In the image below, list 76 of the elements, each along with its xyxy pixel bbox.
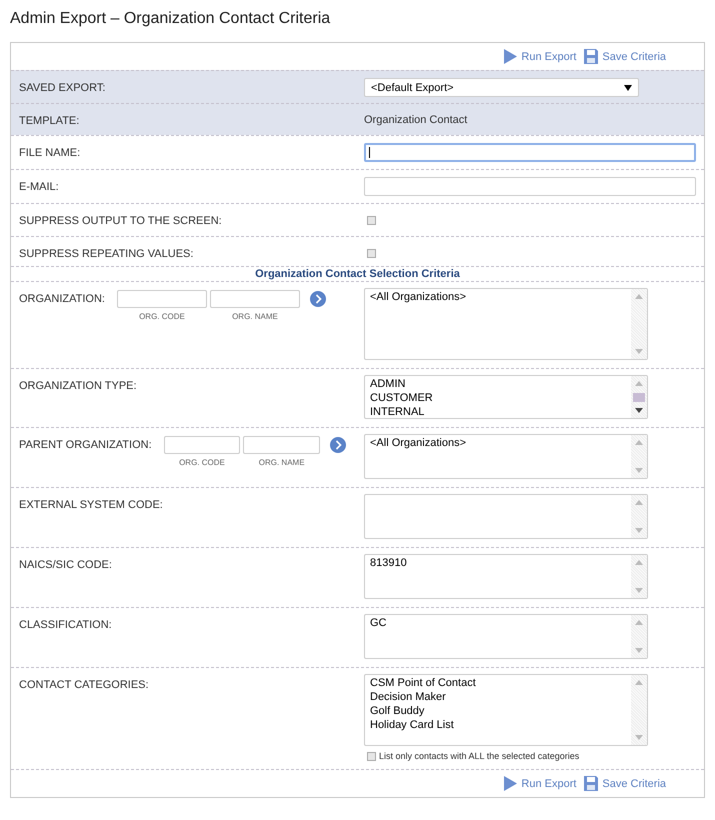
list-item[interactable]: 813910	[370, 556, 626, 570]
save-criteria-button[interactable]: Save Criteria	[584, 776, 666, 791]
run-export-button[interactable]: Run Export	[503, 776, 576, 791]
input-field[interactable]	[164, 436, 240, 454]
input-field[interactable]	[210, 290, 300, 308]
field-label: NAICS/SIC CODE:	[19, 558, 112, 571]
field-label: SUPPRESS OUTPUT TO THE SCREEN:	[19, 214, 222, 227]
field-label: ORGANIZATION:	[19, 292, 105, 305]
list-item[interactable]: Decision Maker	[370, 690, 626, 704]
input-field[interactable]	[364, 143, 696, 162]
scroll-up-icon[interactable]	[635, 500, 643, 505]
scrollbar[interactable]	[631, 289, 647, 359]
dropdown-arrow-icon	[624, 84, 632, 90]
checkbox[interactable]	[367, 752, 376, 760]
field-label: SAVED EXPORT:	[19, 81, 106, 94]
scrollbar[interactable]	[631, 555, 647, 598]
section-heading: Organization Contact Selection Criteria	[254, 267, 461, 281]
list-item[interactable]: <All Organizations>	[370, 436, 626, 450]
list-item[interactable]: GC	[370, 616, 626, 630]
scrollbar[interactable]	[631, 615, 647, 658]
field-label: TEMPLATE:	[19, 114, 80, 127]
list-box[interactable]	[364, 494, 648, 539]
list-box[interactable]: GC	[364, 614, 648, 659]
checkbox-label: List only contacts with ALL the selected categories	[379, 751, 580, 761]
list-item[interactable]: ADMIN	[370, 377, 626, 391]
play-icon	[503, 776, 518, 791]
field-label: CLASSIFICATION:	[19, 618, 112, 631]
go-button[interactable]	[330, 437, 346, 453]
list-box[interactable]: 813910	[364, 554, 648, 599]
input-field[interactable]	[243, 436, 320, 454]
list-item[interactable]: CUSTOMER	[370, 391, 626, 405]
list-item[interactable]: Golf Buddy	[370, 704, 626, 718]
list-item[interactable]: INTERNAL	[370, 405, 626, 419]
field-label: FILE NAME:	[19, 146, 80, 159]
list-item[interactable]: CSM Point of Contact	[370, 676, 626, 690]
run-export-button[interactable]: Run Export	[503, 49, 576, 64]
field-caption: ORG. NAME	[258, 458, 305, 467]
field-label: ORGANIZATION TYPE:	[19, 379, 137, 392]
scrollbar[interactable]	[631, 435, 647, 478]
scroll-up-icon[interactable]	[635, 620, 643, 625]
field-caption: ORG. CODE	[139, 312, 185, 321]
input-field[interactable]	[364, 177, 696, 196]
scrollbar[interactable]	[631, 675, 647, 745]
save-icon	[584, 776, 598, 791]
scroll-up-icon[interactable]	[635, 440, 643, 445]
checkbox[interactable]	[367, 249, 376, 258]
list-box[interactable]: CSM Point of Contact Decision Maker Golf Buddy Holiday Card List	[364, 674, 648, 746]
input-field[interactable]	[116, 290, 207, 308]
scroll-up-icon[interactable]	[635, 294, 643, 299]
field-label: E-MAIL:	[19, 180, 59, 193]
list-box[interactable]: <All Organizations>	[364, 288, 648, 360]
list-item[interactable]: Holiday Card List	[370, 718, 626, 732]
list-item[interactable]: <All Organizations>	[370, 290, 626, 304]
field-label: CONTACT CATEGORIES:	[19, 678, 149, 691]
save-icon	[584, 49, 598, 64]
scroll-down-icon[interactable]	[635, 408, 643, 413]
save-criteria-button[interactable]: Save Criteria	[584, 49, 666, 64]
scroll-up-icon[interactable]	[635, 381, 643, 386]
list-box[interactable]: <All Organizations>	[364, 434, 648, 479]
field-caption: ORG. CODE	[179, 458, 225, 467]
go-button[interactable]	[310, 291, 326, 307]
scroll-thumb[interactable]	[633, 392, 645, 402]
template-value: Organization Contact	[364, 114, 468, 126]
play-icon	[503, 49, 518, 64]
scroll-up-icon[interactable]	[635, 680, 643, 685]
list-box[interactable]: ADMIN CUSTOMER INTERNAL	[364, 375, 648, 419]
field-label: EXTERNAL SYSTEM CODE:	[19, 498, 163, 511]
page-title: Admin Export – Organization Contact Criteria	[10, 9, 330, 28]
scrollbar[interactable]	[631, 376, 647, 418]
field-caption: ORG. NAME	[232, 312, 278, 321]
field-label: SUPPRESS REPEATING VALUES:	[19, 247, 194, 260]
checkbox[interactable]	[367, 216, 376, 225]
saved-export-dropdown[interactable]: <Default Export>	[364, 78, 639, 97]
scrollbar[interactable]	[631, 495, 647, 538]
field-label: PARENT ORGANIZATION:	[19, 438, 152, 451]
scroll-up-icon[interactable]	[635, 560, 643, 565]
